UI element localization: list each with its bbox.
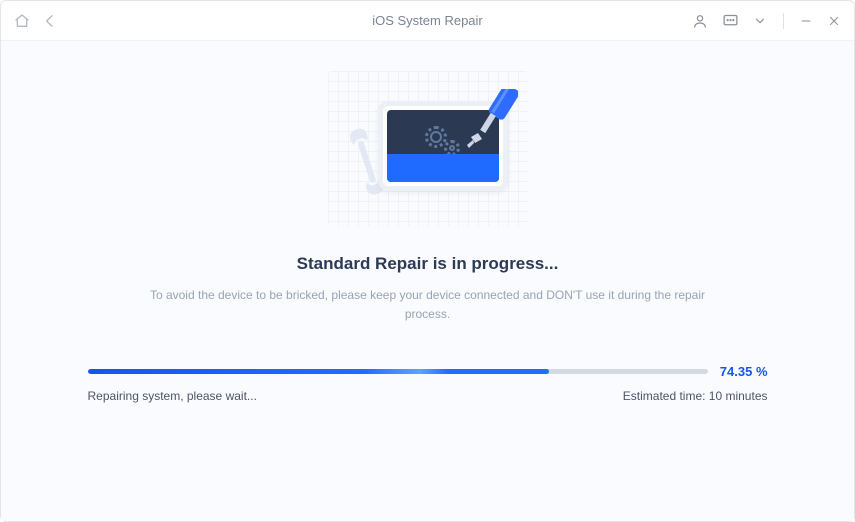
titlebar-divider — [783, 13, 784, 29]
titlebar-right — [691, 12, 842, 30]
progress-fill — [88, 369, 549, 374]
back-icon[interactable] — [41, 12, 59, 30]
progress-subtext: To avoid the device to be bricked, pleas… — [148, 286, 708, 324]
progress-row: 74.35 % — [88, 364, 768, 379]
progress-bar — [88, 369, 708, 374]
window-title: iOS System Repair — [372, 13, 483, 28]
progress-info: Repairing system, please wait... Estimat… — [88, 389, 768, 403]
chevron-down-icon[interactable] — [751, 12, 769, 30]
progress-section: 74.35 % Repairing system, please wait...… — [88, 364, 768, 403]
titlebar: iOS System Repair — [1, 1, 854, 41]
close-icon[interactable] — [826, 13, 842, 29]
progress-heading: Standard Repair is in progress... — [297, 254, 559, 274]
screwdriver-icon — [452, 89, 518, 169]
feedback-icon[interactable] — [721, 12, 739, 30]
app-window: iOS System Repair — [0, 0, 855, 522]
progress-percent: 74.35 % — [720, 364, 768, 379]
user-icon[interactable] — [691, 12, 709, 30]
progress-status: Repairing system, please wait... — [88, 389, 257, 403]
minimize-icon[interactable] — [798, 13, 814, 29]
main-content: Standard Repair is in progress... To avo… — [1, 41, 854, 521]
home-icon[interactable] — [13, 12, 31, 30]
repair-illustration — [328, 71, 528, 226]
estimated-time: Estimated time: 10 minutes — [623, 389, 768, 403]
titlebar-left — [13, 12, 59, 30]
